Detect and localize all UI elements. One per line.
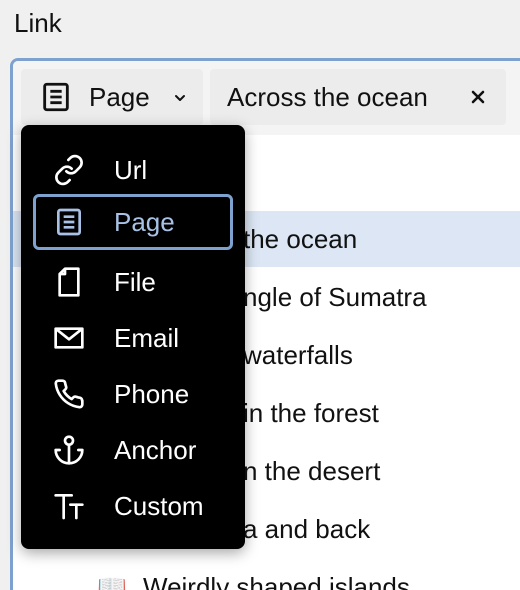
book-icon: 📖: [97, 574, 127, 590]
selected-page-chip[interactable]: Across the ocean: [210, 69, 506, 125]
link-type-button[interactable]: Page: [21, 69, 203, 125]
link-type-dropdown: Url Page File Email Phone Anchor Custom: [21, 125, 245, 549]
menu-item-label: Url: [114, 155, 148, 185]
list-item-label: waterfalls: [243, 340, 353, 370]
text-size-icon: [54, 494, 84, 520]
menu-item-page[interactable]: Page: [33, 194, 233, 250]
list-item-label: ngle of Sumatra: [243, 282, 427, 312]
menu-item-email[interactable]: Email: [33, 310, 233, 366]
envelope-icon: [54, 327, 84, 349]
list-item-label: in the forest: [243, 398, 379, 428]
link-field-screen: Link Page Across the ocean the ocean ngl…: [0, 0, 520, 590]
menu-item-label: Phone: [114, 379, 190, 409]
menu-item-label: Email: [114, 323, 180, 353]
menu-item-anchor[interactable]: Anchor: [33, 422, 233, 478]
link-toolbar: Page Across the ocean: [13, 61, 520, 135]
list-item-label: a and back: [243, 514, 371, 544]
page-icon: [57, 208, 81, 236]
list-item-label: n the desert: [243, 456, 381, 486]
page-icon: [43, 82, 69, 112]
list-item-label: the ocean: [243, 224, 358, 254]
menu-item-label: File: [114, 267, 156, 297]
selected-page-title: Across the ocean: [227, 82, 428, 112]
menu-item-custom[interactable]: Custom: [33, 478, 233, 534]
menu-item-phone[interactable]: Phone: [33, 366, 233, 422]
phone-icon: [54, 379, 84, 409]
list-item[interactable]: 📖 Weirdly shaped islands: [13, 559, 520, 590]
menu-item-label: Page: [114, 207, 175, 237]
menu-item-url[interactable]: Url: [33, 142, 233, 198]
file-icon: [58, 267, 80, 297]
link-type-label: Page: [89, 82, 150, 112]
close-icon[interactable]: [469, 88, 487, 106]
menu-item-label: Custom: [114, 491, 204, 521]
menu-item-file[interactable]: File: [33, 254, 233, 310]
link-icon: [55, 154, 83, 186]
menu-item-label: Anchor: [114, 435, 197, 465]
field-label: Link: [14, 8, 62, 38]
list-item-label: Weirdly shaped islands: [143, 572, 410, 590]
chevron-down-icon: [175, 95, 185, 101]
anchor-icon: [54, 435, 84, 465]
